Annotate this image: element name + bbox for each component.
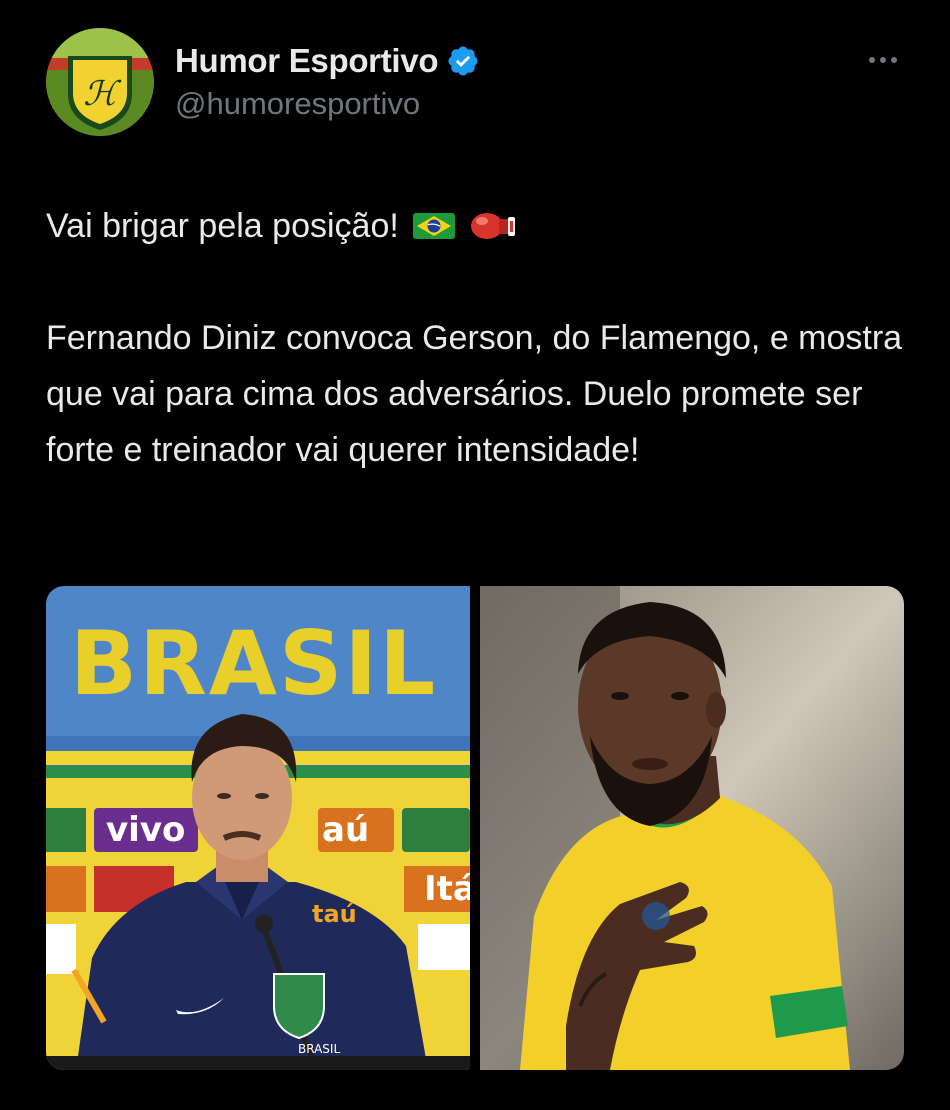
- media-grid: BRASIL vivo aú Itá taú BRASIL: [46, 586, 904, 1070]
- tweet-paragraph-2: Fernando Diniz convoca Gerson, do Flamen…: [46, 319, 903, 469]
- player-photo-image: [480, 586, 904, 1070]
- humor-esportivo-logo-icon: ℋ: [46, 28, 154, 136]
- sponsor-ita-text: Itá: [424, 869, 470, 909]
- boxing-glove-icon: [470, 213, 515, 239]
- ellipsis-icon[interactable]: [866, 50, 900, 70]
- display-name[interactable]: Humor Esportivo: [175, 42, 439, 80]
- author-block: Humor Esportivo @humoresportivo: [175, 38, 480, 122]
- handle[interactable]: @humoresportivo: [175, 86, 480, 122]
- sponsor-vivo-text: vivo: [106, 810, 186, 850]
- svg-text:ℋ: ℋ: [83, 74, 122, 114]
- tweet: ℋ Humor Esportivo @humoresportivo Vai br…: [0, 0, 950, 1110]
- verified-badge-icon: [448, 46, 478, 76]
- photo-coach[interactable]: BRASIL vivo aú Itá taú BRASIL: [46, 586, 470, 1070]
- backdrop-brasil-text: BRASIL: [70, 612, 438, 715]
- tweet-line-1: Vai brigar pela posição!: [46, 198, 916, 254]
- avatar[interactable]: ℋ: [46, 28, 154, 136]
- crest-brasil-text: BRASIL: [298, 1042, 341, 1056]
- tweet-text: Vai brigar pela posição! Fernando Diniz …: [46, 198, 916, 478]
- display-name-row: Humor Esportivo: [175, 38, 480, 84]
- tweet-line-1-text: Vai brigar pela posição!: [46, 207, 399, 245]
- photo-player[interactable]: [480, 586, 904, 1070]
- shirt-sponsor-text: taú: [312, 900, 357, 928]
- flag-brazil-icon: [412, 213, 455, 239]
- sponsor-itau-text: aú: [322, 810, 370, 850]
